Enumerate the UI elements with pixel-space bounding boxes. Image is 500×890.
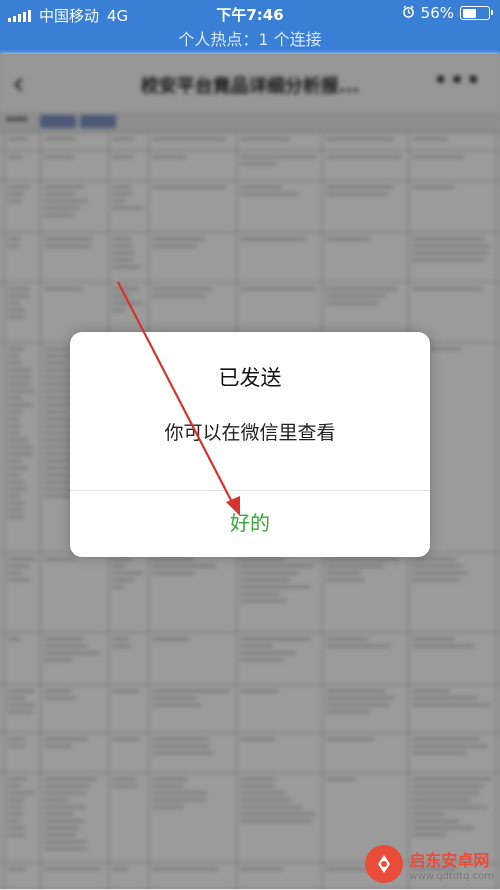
annotation-arrow: [117, 281, 240, 516]
arrow-head: [226, 496, 240, 516]
watermark-url: www.qdtdtq.com: [409, 870, 494, 882]
arrow-line: [117, 281, 235, 507]
watermark-logo-icon: [365, 845, 404, 883]
watermark-name: 启东安卓网: [409, 850, 490, 870]
watermark: 启东安卓网 www.qdtdtq.com: [365, 845, 494, 883]
